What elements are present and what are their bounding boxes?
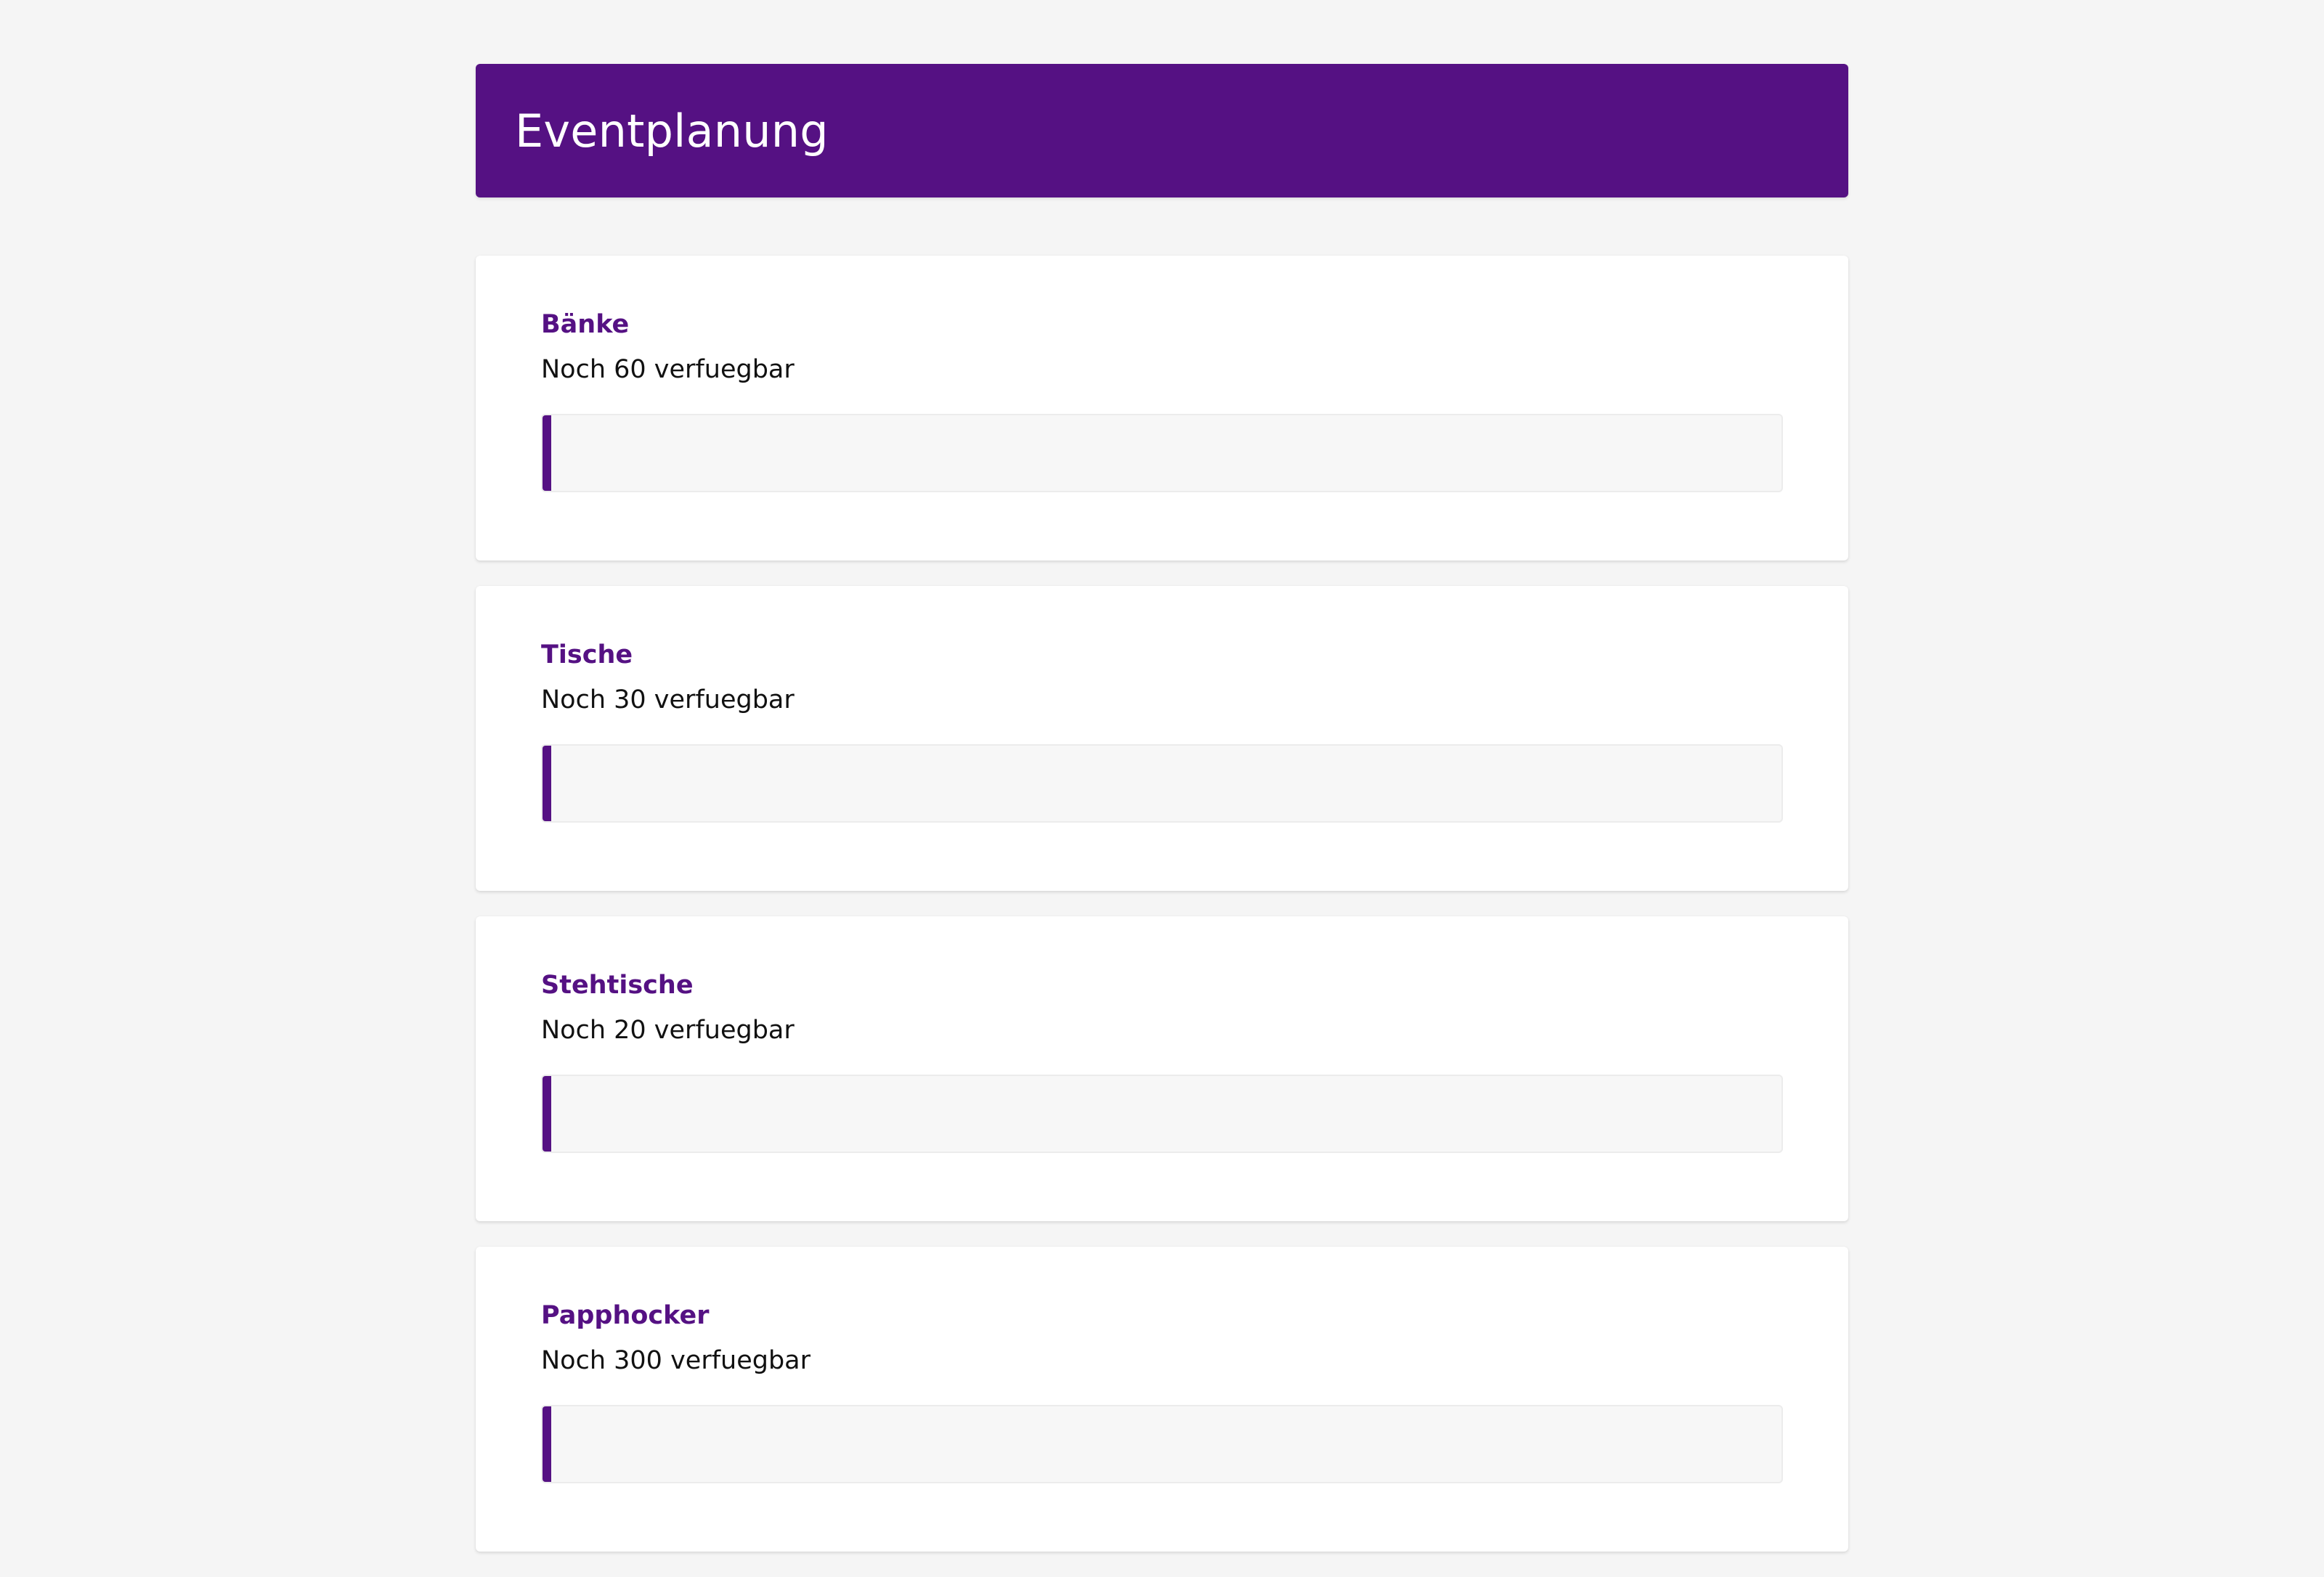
item-card-papphocker: Papphocker Noch 300 verfuegbar <box>476 1247 1848 1552</box>
item-card-tische: Tische Noch 30 verfuegbar <box>476 586 1848 891</box>
progress-fill <box>543 1406 551 1482</box>
progress-fill <box>543 415 551 491</box>
page-header: Eventplanung <box>476 64 1848 197</box>
progress-bar[interactable] <box>541 414 1783 492</box>
progress-fill <box>543 746 551 821</box>
page-title: Eventplanung <box>515 104 829 158</box>
progress-bar[interactable] <box>541 744 1783 823</box>
app-container: Eventplanung Bänke Noch 60 verfuegbar Ti… <box>476 64 1848 1577</box>
progress-bar[interactable] <box>541 1075 1783 1153</box>
progress-bar[interactable] <box>541 1405 1783 1483</box>
item-availability: Noch 300 verfuegbar <box>541 1346 811 1375</box>
item-card-stehtische: Stehtische Noch 20 verfuegbar <box>476 916 1848 1221</box>
item-availability: Noch 20 verfuegbar <box>541 1016 795 1045</box>
item-title: Tische <box>541 640 633 669</box>
item-title: Bänke <box>541 310 630 339</box>
item-title: Papphocker <box>541 1301 710 1330</box>
progress-fill <box>543 1076 551 1152</box>
item-title: Stehtische <box>541 971 694 1000</box>
item-availability: Noch 60 verfuegbar <box>541 355 795 384</box>
item-availability: Noch 30 verfuegbar <box>541 685 795 714</box>
item-card-baenke: Bänke Noch 60 verfuegbar <box>476 256 1848 561</box>
item-list: Bänke Noch 60 verfuegbar Tische Noch 30 … <box>476 256 1848 1552</box>
